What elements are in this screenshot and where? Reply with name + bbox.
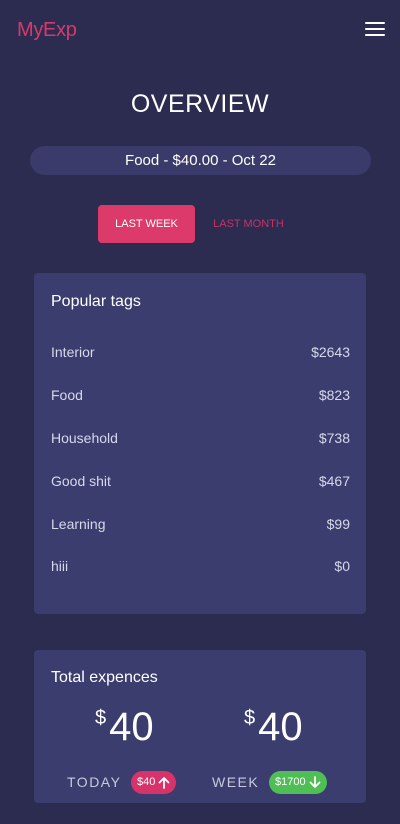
tag-amount: $823 — [318, 387, 350, 403]
last-month-button[interactable]: LAST MONTH — [200, 205, 297, 243]
week-label: WEEK — [212, 774, 260, 790]
app-logo[interactable]: MyExp — [17, 19, 77, 42]
popular-tags-card: Popular tags Interior $2643 Food $823 Ho… — [34, 273, 366, 614]
tag-row: Good shit $467 — [51, 473, 350, 493]
tag-name: Interior — [51, 344, 95, 360]
tag-amount: $2643 — [311, 344, 350, 360]
latest-expense-pill: Food - $40.00 - Oct 22 — [30, 146, 371, 175]
week-amount: $40 — [244, 705, 303, 750]
popular-tags-title: Popular tags — [51, 293, 141, 310]
last-week-button[interactable]: LAST WEEK — [98, 205, 195, 243]
tag-row: Food $823 — [51, 387, 350, 407]
week-value: 40 — [258, 705, 303, 749]
tag-name: Learning — [51, 516, 106, 532]
today-badge-value: $40 — [137, 776, 156, 788]
page-title: OVERVIEW — [130, 90, 270, 118]
hamburger-menu-icon[interactable] — [365, 22, 385, 38]
tag-amount: $738 — [318, 430, 350, 446]
tag-amount: $99 — [326, 516, 350, 532]
arrow-up-icon — [158, 777, 170, 789]
currency-symbol: $ — [244, 707, 256, 729]
tag-amount: $0 — [334, 558, 350, 574]
tag-amount: $467 — [318, 473, 350, 489]
tag-name: hiii — [51, 558, 69, 574]
today-amount: $40 — [95, 705, 154, 750]
week-badge: $1700 — [269, 771, 327, 794]
arrow-down-icon — [309, 776, 320, 788]
today-label: TODAY — [67, 774, 122, 790]
tag-name: Good shit — [51, 473, 111, 489]
currency-symbol: $ — [95, 707, 107, 729]
tag-name: Household — [51, 430, 118, 446]
today-badge: $40 — [131, 771, 177, 794]
tag-name: Food — [51, 387, 83, 403]
today-value: 40 — [109, 705, 154, 749]
tag-row: Interior $2643 — [51, 344, 350, 364]
total-expenses-card: Total expences $40 $40 TODAY $40 WEEK $1… — [34, 650, 366, 803]
week-badge-value: $1700 — [275, 776, 306, 788]
top-bar: MyExp — [0, 0, 400, 62]
tag-row: hiii $0 — [51, 558, 350, 578]
tag-row: Learning $99 — [51, 516, 350, 536]
tag-row: Household $738 — [51, 430, 350, 450]
total-expenses-title: Total expences — [51, 669, 158, 686]
